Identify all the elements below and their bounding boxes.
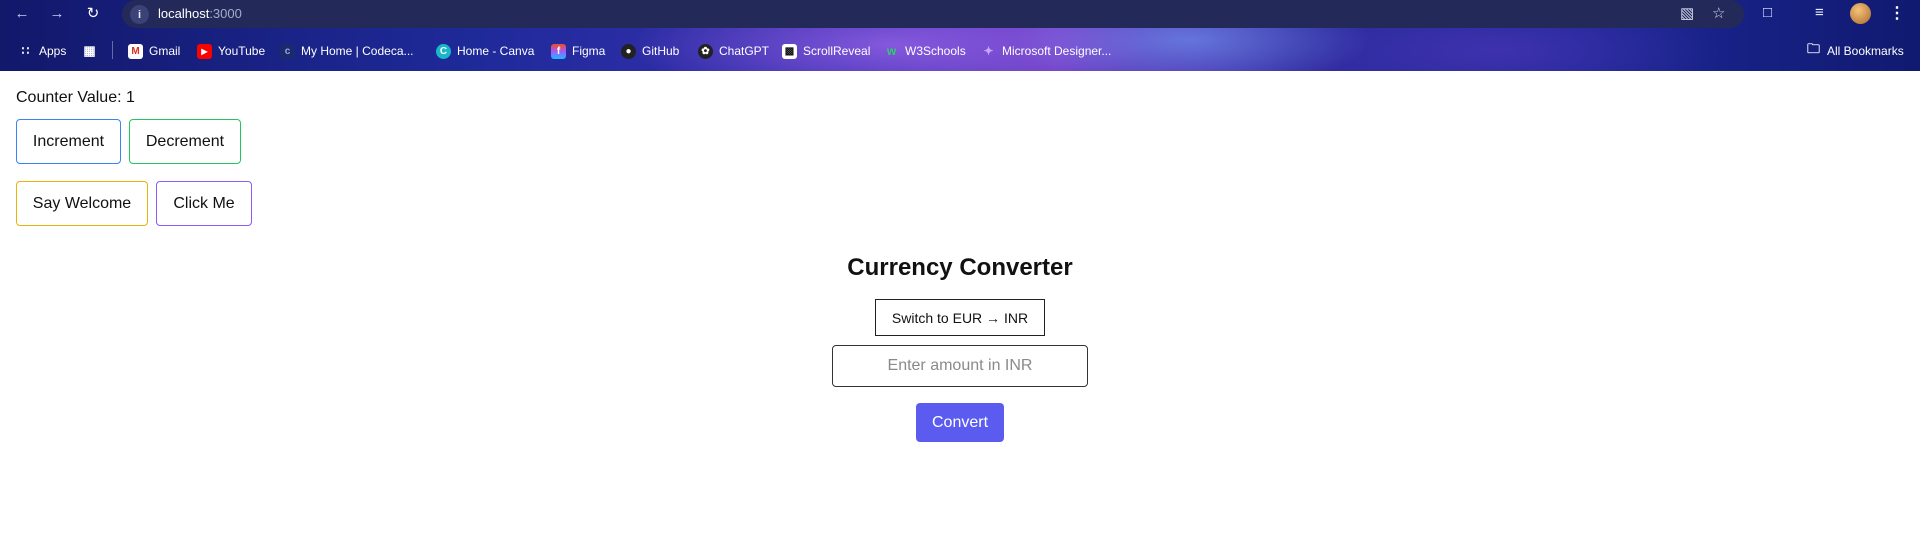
currency-converter-title: Currency Converter <box>847 254 1073 281</box>
address-bar[interactable]: i localhost:3000 ▧ ☆ <box>122 0 1744 28</box>
translate-icon[interactable]: ▧ <box>1680 4 1694 22</box>
bookmark-gmail[interactable]: M Gmail <box>128 41 180 61</box>
bookmarks-bar: ∷ Apps ▦ M Gmail ▶ YouTube c My Home | C… <box>0 36 1920 64</box>
page-content: Counter Value: 1 Increment Decrement Say… <box>0 71 1920 542</box>
youtube-icon: ▶ <box>197 43 212 59</box>
bookmark-codecademy[interactable]: c My Home | Codeca... <box>280 41 414 61</box>
codecademy-icon: c <box>280 43 295 59</box>
profile-avatar[interactable] <box>1850 3 1871 24</box>
bookmark-label: Figma <box>572 44 606 58</box>
browser-toolbar: ← → ↻ i localhost:3000 ▧ ☆ □ ≡ ⋮ <box>0 0 1920 28</box>
reload-icon[interactable]: ↻ <box>82 2 104 24</box>
counter-value-label: Counter Value: 1 <box>16 89 135 106</box>
bookmark-scrollreveal[interactable]: ▩ ScrollReveal <box>782 41 870 61</box>
bookmarks-divider <box>112 41 113 59</box>
increment-button[interactable]: Increment <box>16 119 121 164</box>
bookmark-label: YouTube <box>218 44 266 58</box>
folder-icon: 🗀 <box>1806 41 1820 56</box>
bookmark-tab-search[interactable]: ▦ <box>82 41 103 61</box>
chatgpt-icon: ✿ <box>698 43 713 59</box>
media-queue-icon[interactable]: ≡ <box>1815 4 1824 21</box>
amount-input[interactable] <box>832 345 1088 387</box>
gmail-icon: M <box>128 43 143 59</box>
bookmark-label: Microsoft Designer... <box>1002 44 1112 58</box>
bookmark-canva[interactable]: C Home - Canva <box>436 41 534 61</box>
canva-icon: C <box>436 43 451 59</box>
decrement-button[interactable]: Decrement <box>129 119 241 164</box>
convert-button[interactable]: Convert <box>916 403 1004 442</box>
github-icon: ● <box>621 43 636 59</box>
scrollreveal-icon: ▩ <box>782 43 797 59</box>
click-me-button[interactable]: Click Me <box>156 181 252 226</box>
all-bookmarks[interactable]: 🗀 All Bookmarks <box>1806 41 1904 61</box>
switch-currency-button[interactable]: Switch to EUR → INR <box>875 299 1045 336</box>
bookmark-apps[interactable]: ∷ Apps <box>18 41 67 61</box>
bookmark-label: GitHub <box>642 44 680 58</box>
bookmark-youtube[interactable]: ▶ YouTube <box>197 41 265 61</box>
bookmark-label: Gmail <box>149 44 181 58</box>
site-info-icon[interactable]: i <box>130 5 149 24</box>
bookmark-label: ScrollReveal <box>803 44 871 58</box>
bookmark-label: My Home | Codeca... <box>301 44 414 58</box>
menu-dots-icon[interactable]: ⋮ <box>1889 3 1905 23</box>
bookmark-label: Home - Canva <box>457 44 535 58</box>
url-text[interactable]: localhost:3000 <box>158 6 242 21</box>
browser-chrome: ← → ↻ i localhost:3000 ▧ ☆ □ ≡ ⋮ ∷ Apps … <box>0 0 1920 71</box>
bookmark-w3schools[interactable]: w W3Schools <box>884 41 966 61</box>
bookmark-label: ChatGPT <box>719 44 770 58</box>
all-bookmarks-label: All Bookmarks <box>1827 44 1904 58</box>
apps-grid-icon: ∷ <box>21 44 30 58</box>
microsoft-designer-icon: ✦ <box>983 44 994 58</box>
back-arrow-icon[interactable]: ← <box>11 2 33 24</box>
bookmark-microsoft-designer[interactable]: ✦ Microsoft Designer... <box>981 41 1111 61</box>
bookmark-chatgpt[interactable]: ✿ ChatGPT <box>698 41 769 61</box>
forward-arrow-icon[interactable]: → <box>46 2 68 24</box>
bookmark-github[interactable]: ● GitHub <box>621 41 679 61</box>
w3schools-icon: w <box>886 44 897 58</box>
bookmark-label: Apps <box>39 44 67 58</box>
bookmark-label: W3Schools <box>905 44 966 58</box>
figma-icon: f <box>551 43 566 59</box>
tab-grid-icon: ▦ <box>83 43 96 58</box>
bookmark-figma[interactable]: f Figma <box>551 41 605 61</box>
extensions-icon[interactable]: □ <box>1763 4 1772 21</box>
say-welcome-button[interactable]: Say Welcome <box>16 181 148 226</box>
bookmark-star-icon[interactable]: ☆ <box>1712 4 1725 22</box>
